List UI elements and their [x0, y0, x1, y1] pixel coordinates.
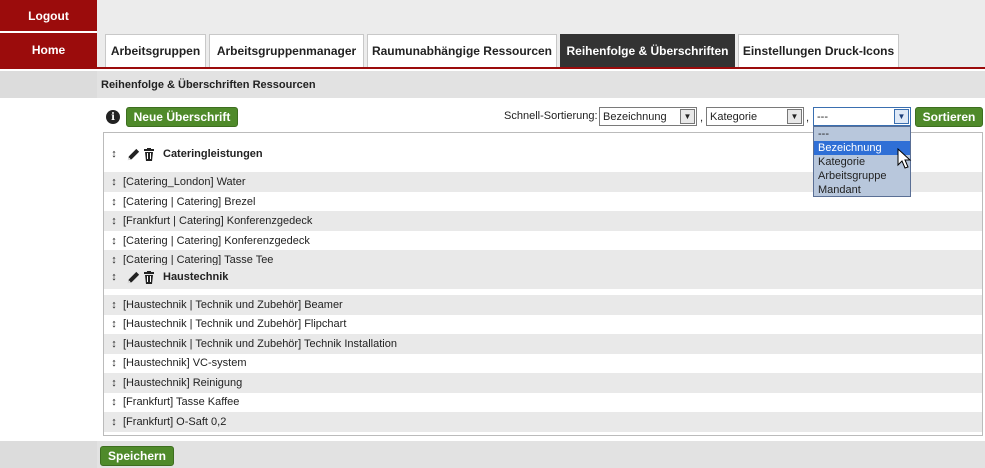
list-item[interactable]: ↕ [Haustechnik | Technik und Zubehör] Fli…: [104, 314, 982, 334]
tab-arbeitsgruppenmanager[interactable]: Arbeitsgruppenmanager: [209, 34, 364, 67]
list-item-text: [Catering | Catering] Brezel: [123, 196, 256, 208]
sort-select-2-value: Kategorie: [710, 110, 758, 123]
sort-select-1[interactable]: Bezeichnung ▼: [599, 107, 697, 126]
info-icon[interactable]: i: [106, 110, 120, 124]
tab-reihenfolge-ueberschriften[interactable]: Reihenfolge & Überschriften: [560, 34, 735, 67]
drag-handle-icon[interactable]: ↕: [104, 318, 124, 330]
drag-handle-icon[interactable]: ↕: [104, 377, 124, 389]
drag-handle-icon[interactable]: ↕: [104, 176, 124, 188]
top-bar: [97, 0, 985, 31]
comma-separator: ,: [806, 112, 810, 124]
chevron-down-icon: ▼: [894, 109, 909, 124]
list-item-text: [Catering | Catering] Konferenzgedeck: [123, 235, 310, 247]
tab-arbeitsgruppen[interactable]: Arbeitsgruppen: [105, 34, 206, 67]
list-item-text: [Haustechnik] VC-system: [123, 357, 247, 369]
tab-underline: [0, 67, 985, 69]
dropdown-option[interactable]: Mandant: [814, 183, 910, 197]
list-item-text: [Haustechnik | Technik und Zubehör] Beam…: [123, 299, 343, 311]
dropdown-option[interactable]: Arbeitsgruppe: [814, 169, 910, 183]
trash-icon[interactable]: [143, 147, 161, 161]
trash-icon[interactable]: [143, 270, 161, 284]
heading-text: Haustechnik: [163, 271, 229, 283]
comma-separator: ,: [700, 112, 704, 124]
heading-text: Cateringleistungen: [163, 148, 263, 160]
list-item-text: [Frankfurt | Catering] Konferenzgedeck: [123, 215, 313, 227]
new-heading-button[interactable]: Neue Überschrift: [126, 107, 238, 127]
left-column-bg: [0, 71, 97, 98]
left-column-bg-bottom: [0, 441, 97, 468]
tab-einstellungen-druck-icons[interactable]: Einstellungen Druck-Icons: [738, 34, 899, 67]
list-item[interactable]: ↕ [Catering | Catering] Konferenzgedeck: [104, 231, 982, 251]
sort-select-1-value: Bezeichnung: [603, 110, 667, 123]
drag-handle-icon[interactable]: ↕: [104, 215, 124, 227]
drag-handle-icon[interactable]: ↕: [104, 357, 124, 369]
list-item[interactable]: ↕ [Frankfurt | Catering] Konferenzgedeck: [104, 211, 982, 231]
dropdown-option[interactable]: ---: [814, 127, 910, 141]
drag-handle-icon[interactable]: ↕: [104, 271, 124, 283]
drag-handle-icon[interactable]: ↕: [104, 196, 124, 208]
heading-row[interactable]: ↕ Haustechnik: [104, 265, 982, 289]
list-item[interactable]: ↕ [Frankfurt] O-Saft 0,2: [104, 412, 982, 432]
list-item[interactable]: ↕ [Haustechnik | Technik und Zubehör] Bea…: [104, 295, 982, 315]
pencil-icon[interactable]: [126, 270, 143, 285]
list-item-text: [Haustechnik | Technik und Zubehör] Flip…: [123, 318, 347, 330]
chevron-down-icon: ▼: [787, 109, 802, 124]
quick-sort-label: Schnell-Sortierung:: [504, 110, 598, 122]
list-item[interactable]: ↕ [Frankfurt] Tasse Kaffee: [104, 392, 982, 412]
drag-handle-icon[interactable]: ↕: [104, 396, 124, 408]
list-item[interactable]: ↕ [Haustechnik] VC-system: [104, 353, 982, 373]
drag-handle-icon[interactable]: ↕: [104, 148, 124, 160]
logout-button[interactable]: Logout: [0, 0, 97, 31]
list-item-text: [Haustechnik] Reinigung: [123, 377, 243, 389]
list-item[interactable]: ↕ [Haustechnik | Technik und Zubehör] Tec…: [104, 334, 982, 354]
chevron-down-icon: ▼: [680, 109, 695, 124]
dropdown-option[interactable]: Bezeichnung: [814, 141, 910, 155]
mouse-cursor-icon: [897, 148, 912, 169]
list-item-text: [Frankfurt] Tasse Kaffee: [123, 396, 240, 408]
list-item-text: [Frankfurt] O-Saft 0,2: [123, 416, 227, 428]
pencil-icon[interactable]: [126, 147, 143, 162]
section-title-text: Reihenfolge & Überschriften Ressourcen: [101, 78, 316, 91]
list-item[interactable]: ↕ [Haustechnik] Reinigung: [104, 373, 982, 393]
drag-handle-icon[interactable]: ↕: [104, 235, 124, 247]
list-item-text: [Haustechnik | Technik und Zubehör] Tech…: [123, 338, 397, 350]
drag-handle-icon[interactable]: ↕: [104, 338, 124, 350]
drag-handle-icon[interactable]: ↕: [104, 416, 124, 428]
drag-handle-icon[interactable]: ↕: [104, 299, 124, 311]
sort-select-2[interactable]: Kategorie ▼: [706, 107, 804, 126]
save-button[interactable]: Speichern: [100, 446, 174, 466]
sort-button[interactable]: Sortieren: [915, 107, 983, 127]
sort-select-3-value: ---: [817, 110, 828, 123]
dropdown-option[interactable]: Kategorie: [814, 155, 910, 169]
home-button[interactable]: Home: [0, 33, 97, 67]
bottom-bar: [97, 441, 985, 468]
tab-raumunabhaengige-ressourcen[interactable]: Raumunabhängige Ressourcen: [367, 34, 557, 67]
section-title: Reihenfolge & Überschriften Ressourcen: [97, 71, 985, 98]
list-item-text: [Catering_London] Water: [123, 176, 246, 188]
sort-select-3[interactable]: --- ▼: [813, 107, 911, 126]
